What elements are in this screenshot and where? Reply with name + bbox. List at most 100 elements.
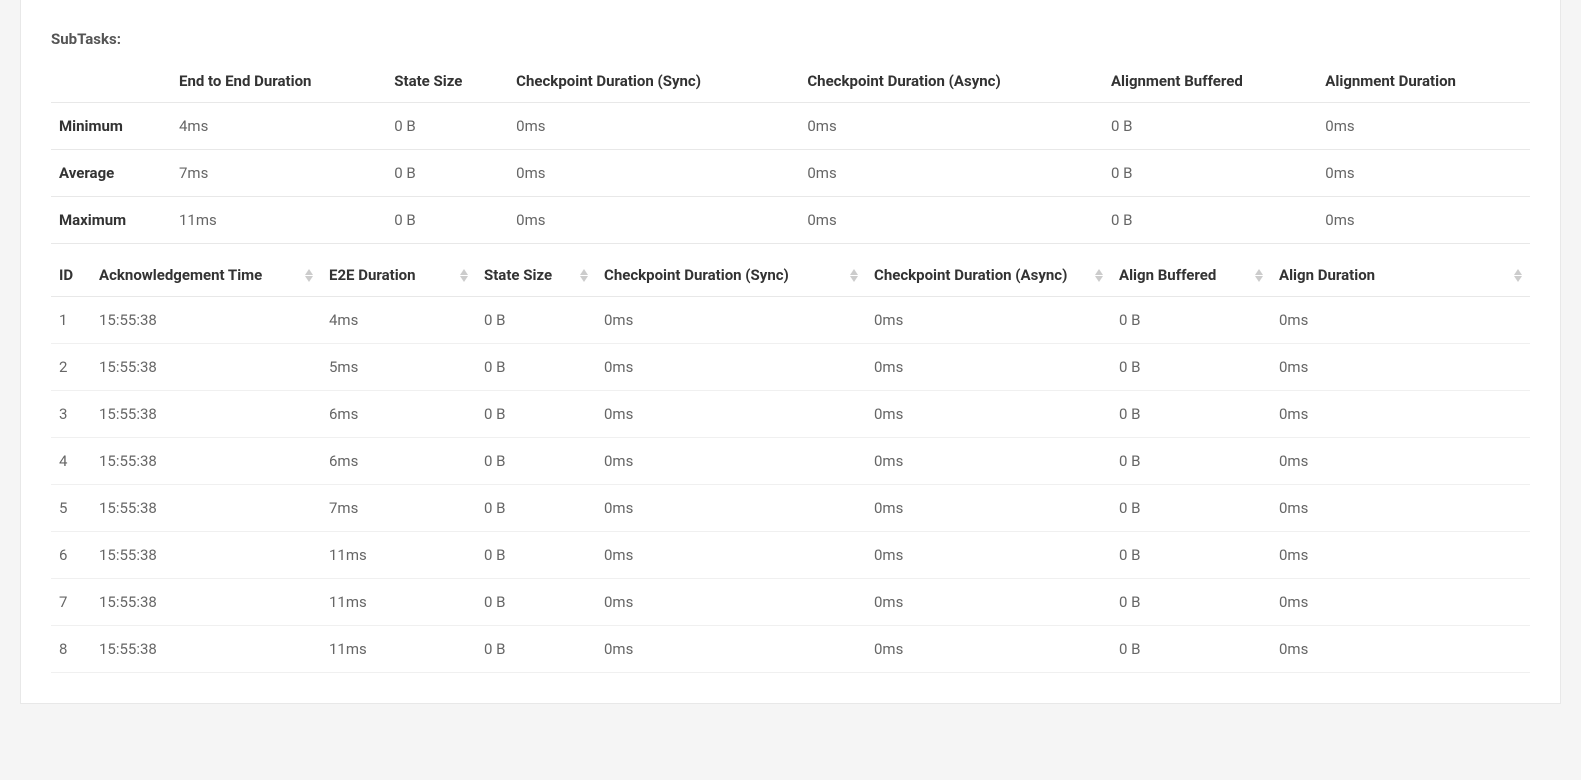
sort-icon <box>1514 269 1522 282</box>
detail-table: ID Acknowledgement Time E2E Duration State … <box>51 254 1530 673</box>
table-cell: 0ms <box>596 438 866 485</box>
detail-header-row: ID Acknowledgement Time E2E Duration State … <box>51 254 1530 297</box>
detail-header: ID <box>51 254 91 297</box>
table-cell: 0ms <box>1271 626 1530 673</box>
table-cell: 15:55:38 <box>91 485 321 532</box>
summary-cell: 0ms <box>1317 197 1530 244</box>
table-cell: 11ms <box>321 579 476 626</box>
table-row: 715:55:3811ms0 B0ms0ms0 B0ms <box>51 579 1530 626</box>
table-cell: 6ms <box>321 391 476 438</box>
sort-icon <box>1255 269 1263 282</box>
table-cell: 0 B <box>1111 391 1271 438</box>
table-cell: 0ms <box>1271 438 1530 485</box>
detail-header-label: State Size <box>484 266 552 284</box>
table-cell: 0 B <box>476 391 596 438</box>
detail-header-label: E2E Duration <box>329 266 416 284</box>
summary-cell: 0 B <box>1103 103 1317 150</box>
table-row: 815:55:3811ms0 B0ms0ms0 B0ms <box>51 626 1530 673</box>
detail-header[interactable]: State Size <box>476 254 596 297</box>
detail-header[interactable]: E2E Duration <box>321 254 476 297</box>
sort-icon <box>1095 269 1103 282</box>
table-cell: 0ms <box>866 532 1111 579</box>
summary-cell: 0ms <box>1317 150 1530 197</box>
detail-header-label: Checkpoint Duration (Async) <box>874 266 1067 284</box>
summary-cell: 0ms <box>508 103 799 150</box>
table-cell: 15:55:38 <box>91 344 321 391</box>
table-cell: 15:55:38 <box>91 532 321 579</box>
table-cell: 15:55:38 <box>91 438 321 485</box>
summary-row-label: Minimum <box>51 103 171 150</box>
summary-cell: 0 B <box>386 103 508 150</box>
detail-header[interactable]: Align Buffered <box>1111 254 1271 297</box>
table-cell: 0ms <box>1271 579 1530 626</box>
summary-row: Minimum4ms0 B0ms0ms0 B0ms <box>51 103 1530 150</box>
summary-cell: 11ms <box>171 197 386 244</box>
table-cell: 15:55:38 <box>91 579 321 626</box>
table-cell: 0 B <box>1111 438 1271 485</box>
table-row: 115:55:384ms0 B0ms0ms0 B0ms <box>51 297 1530 344</box>
table-cell: 0ms <box>596 532 866 579</box>
summary-row-label: Average <box>51 150 171 197</box>
table-cell: 7ms <box>321 485 476 532</box>
table-cell: 11ms <box>321 532 476 579</box>
detail-header-label: ID <box>59 266 73 284</box>
summary-cell: 0 B <box>1103 197 1317 244</box>
table-cell: 0ms <box>596 344 866 391</box>
summary-header-buf: Alignment Buffered <box>1103 60 1317 103</box>
table-cell: 1 <box>51 297 91 344</box>
summary-cell: 7ms <box>171 150 386 197</box>
table-cell: 5 <box>51 485 91 532</box>
summary-row: Average7ms0 B0ms0ms0 B0ms <box>51 150 1530 197</box>
table-cell: 0 B <box>476 297 596 344</box>
detail-header[interactable]: Checkpoint Duration (Sync) <box>596 254 866 297</box>
subtasks-panel: SubTasks: End to End Duration State Size… <box>20 0 1561 704</box>
table-cell: 4ms <box>321 297 476 344</box>
table-cell: 0 B <box>1111 579 1271 626</box>
summary-row-label: Maximum <box>51 197 171 244</box>
table-cell: 0ms <box>866 485 1111 532</box>
summary-cell: 0 B <box>1103 150 1317 197</box>
summary-header-async: Checkpoint Duration (Async) <box>799 60 1103 103</box>
table-cell: 5ms <box>321 344 476 391</box>
table-cell: 6ms <box>321 438 476 485</box>
summary-cell: 0ms <box>799 103 1103 150</box>
table-cell: 0ms <box>596 579 866 626</box>
sort-icon <box>850 269 858 282</box>
table-cell: 0ms <box>1271 485 1530 532</box>
table-cell: 0ms <box>866 438 1111 485</box>
table-cell: 3 <box>51 391 91 438</box>
table-cell: 0ms <box>1271 297 1530 344</box>
summary-header-sync: Checkpoint Duration (Sync) <box>508 60 799 103</box>
table-cell: 11ms <box>321 626 476 673</box>
summary-cell: 0ms <box>508 197 799 244</box>
table-row: 415:55:386ms0 B0ms0ms0 B0ms <box>51 438 1530 485</box>
detail-header[interactable]: Acknowledgement Time <box>91 254 321 297</box>
table-cell: 0ms <box>866 391 1111 438</box>
summary-cell: 0 B <box>386 197 508 244</box>
table-cell: 6 <box>51 532 91 579</box>
detail-header-label: Acknowledgement Time <box>99 266 262 284</box>
summary-cell: 4ms <box>171 103 386 150</box>
table-cell: 0 B <box>476 438 596 485</box>
detail-header[interactable]: Align Duration <box>1271 254 1530 297</box>
detail-header[interactable]: Checkpoint Duration (Async) <box>866 254 1111 297</box>
table-cell: 0ms <box>596 391 866 438</box>
detail-header-label: Checkpoint Duration (Sync) <box>604 266 789 284</box>
sort-icon <box>580 269 588 282</box>
table-cell: 0ms <box>1271 344 1530 391</box>
table-cell: 7 <box>51 579 91 626</box>
table-cell: 15:55:38 <box>91 626 321 673</box>
summary-row: Maximum11ms0 B0ms0ms0 B0ms <box>51 197 1530 244</box>
sort-icon <box>460 269 468 282</box>
detail-header-label: Align Buffered <box>1119 266 1216 284</box>
table-row: 515:55:387ms0 B0ms0ms0 B0ms <box>51 485 1530 532</box>
detail-header-label: Align Duration <box>1279 266 1375 284</box>
table-cell: 0 B <box>1111 297 1271 344</box>
summary-header-row: End to End Duration State Size Checkpoin… <box>51 60 1530 103</box>
table-cell: 0ms <box>596 297 866 344</box>
table-cell: 0 B <box>476 579 596 626</box>
summary-cell: 0ms <box>1317 103 1530 150</box>
table-cell: 0 B <box>1111 485 1271 532</box>
table-cell: 0 B <box>1111 532 1271 579</box>
summary-header-state: State Size <box>386 60 508 103</box>
